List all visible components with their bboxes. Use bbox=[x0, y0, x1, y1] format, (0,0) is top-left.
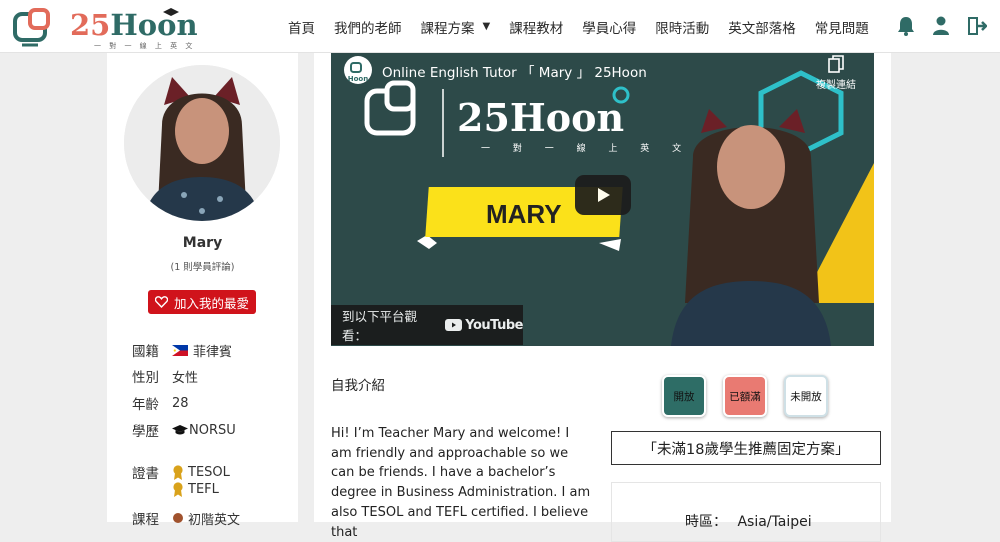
graduation-cap-icon bbox=[172, 425, 188, 435]
nav-materials[interactable]: 課程教材 bbox=[509, 17, 563, 37]
logout-icon[interactable] bbox=[967, 16, 988, 36]
nav-reviews[interactable]: 學員心得 bbox=[582, 17, 636, 37]
gender-label: 性別 bbox=[132, 370, 159, 386]
age-value: 28 bbox=[172, 395, 189, 411]
timezone-row: 時區： Asia/Taipei bbox=[685, 511, 812, 531]
site-logo[interactable]: 25Hoon 一 對 一 線 上 英 文 bbox=[12, 6, 202, 50]
legend-open[interactable]: 開放 bbox=[662, 375, 706, 417]
nationality-label: 國籍 bbox=[132, 344, 159, 360]
timezone-value[interactable]: Asia/Taipei bbox=[737, 514, 811, 530]
review-count[interactable]: (1 則學員評論) bbox=[107, 259, 298, 273]
timezone-panel: 時區： Asia/Taipei bbox=[611, 482, 881, 542]
intro-heading: 自我介紹 bbox=[331, 378, 385, 394]
tutor-avatar bbox=[124, 65, 280, 221]
add-favorite-label: 加入我的最愛 bbox=[173, 295, 249, 311]
nav-blog[interactable]: 英文部落格 bbox=[728, 17, 796, 37]
video-logo-sub: 一 對 一 線 上 英 文 bbox=[481, 144, 692, 154]
graduation-cap-icon bbox=[163, 8, 179, 16]
education-value: NORSU bbox=[189, 422, 236, 438]
age-label: 年齡 bbox=[132, 397, 159, 413]
course-value: 初階英文 bbox=[188, 512, 241, 528]
youtube-play-icon bbox=[445, 319, 463, 331]
certificates-row: 證書 TESOL bbox=[132, 462, 230, 483]
user-icon[interactable] bbox=[932, 16, 952, 36]
nationality-value: 菲律賓 bbox=[193, 344, 233, 360]
education-row: 學歷 NORSU bbox=[132, 420, 236, 441]
header-icons bbox=[897, 16, 1000, 36]
course-row: 課程 初階英文 bbox=[132, 508, 240, 528]
nav-faq[interactable]: 常見問題 bbox=[815, 17, 869, 37]
copy-link-button[interactable]: 複製連結 bbox=[816, 55, 856, 91]
site-header: 25Hoon 一 對 一 線 上 英 文 首頁 我們的老師 課程方案 ▼ 課程教材… bbox=[0, 0, 1000, 53]
tutor-name: Mary bbox=[182, 235, 223, 251]
course-label: 課程 bbox=[132, 512, 159, 528]
logo-icon bbox=[13, 8, 50, 47]
gender-row: 性別 女性 bbox=[132, 366, 198, 386]
philippines-flag-icon bbox=[172, 344, 188, 356]
timezone-label: 時區： bbox=[685, 514, 727, 530]
video-title[interactable]: Online English Tutor 「 Mary 」 25Hoon bbox=[382, 61, 647, 81]
gender-value: 女性 bbox=[172, 370, 199, 386]
nav-home[interactable]: 首頁 bbox=[288, 17, 315, 37]
legend-full[interactable]: 已額滿 bbox=[723, 375, 767, 417]
bell-icon[interactable] bbox=[897, 16, 917, 36]
heart-icon bbox=[154, 296, 168, 308]
nationality-row: 國籍 菲律賓 bbox=[132, 340, 232, 360]
tutor-main-content: Hoon Online English Tutor 「 Mary 」 25Hoo… bbox=[314, 53, 891, 542]
copy-icon bbox=[828, 55, 844, 73]
medal-icon bbox=[173, 464, 183, 480]
play-button[interactable] bbox=[575, 175, 631, 215]
intro-video-player[interactable]: Hoon Online English Tutor 「 Mary 」 25Hoo… bbox=[331, 53, 874, 346]
video-logo-text: 25Hoon bbox=[457, 95, 625, 140]
copy-link-label: 複製連結 bbox=[816, 80, 856, 91]
under18-plan-banner[interactable]: 「未滿18歲學生推薦固定方案」 bbox=[611, 431, 881, 465]
education-label: 學歷 bbox=[132, 424, 159, 440]
certificate-tesol: TESOL bbox=[172, 465, 230, 480]
tutor-profile-sidebar: Mary (1 則學員評論) 加入我的最愛 國籍 菲律賓 性別 女性 年齡 28… bbox=[107, 53, 298, 528]
nav-plans[interactable]: 課程方案 ▼ bbox=[421, 17, 491, 37]
watch-on-youtube-bar[interactable]: 到以下平台觀看： YouTube bbox=[331, 305, 523, 345]
certificate-tefl-row: TEFL bbox=[132, 482, 219, 497]
main-nav: 首頁 我們的老師 課程方案 ▼ 課程教材 學員心得 限時活動 英文部落格 常見問題 bbox=[288, 0, 888, 53]
watch-on-label: 到以下平台觀看： bbox=[342, 309, 418, 343]
nav-teachers[interactable]: 我們的老師 bbox=[334, 17, 402, 37]
intro-body: Hi! I’m Teacher Mary and welcome! I am f… bbox=[331, 426, 591, 540]
certificates-label: 證書 bbox=[132, 466, 159, 482]
caret-down-icon: ▼ bbox=[482, 21, 491, 32]
age-row: 年齡 28 bbox=[132, 393, 189, 414]
youtube-logo: YouTube bbox=[445, 318, 523, 333]
play-icon bbox=[598, 188, 610, 202]
name-banner-text: MARY bbox=[486, 199, 562, 229]
nav-promotions[interactable]: 限時活動 bbox=[655, 17, 709, 37]
legend-closed[interactable]: 未開放 bbox=[784, 375, 828, 417]
add-favorite-button[interactable]: 加入我的最愛 bbox=[148, 290, 256, 314]
svg-text:Hoon: Hoon bbox=[348, 75, 368, 83]
logo-tagline: 一 對 一 線 上 英 文 bbox=[94, 42, 196, 50]
course-badge-icon bbox=[173, 512, 183, 523]
channel-avatar-icon[interactable]: Hoon bbox=[343, 55, 373, 85]
certificate-tefl: TEFL bbox=[172, 482, 219, 497]
medal-icon bbox=[173, 482, 183, 497]
